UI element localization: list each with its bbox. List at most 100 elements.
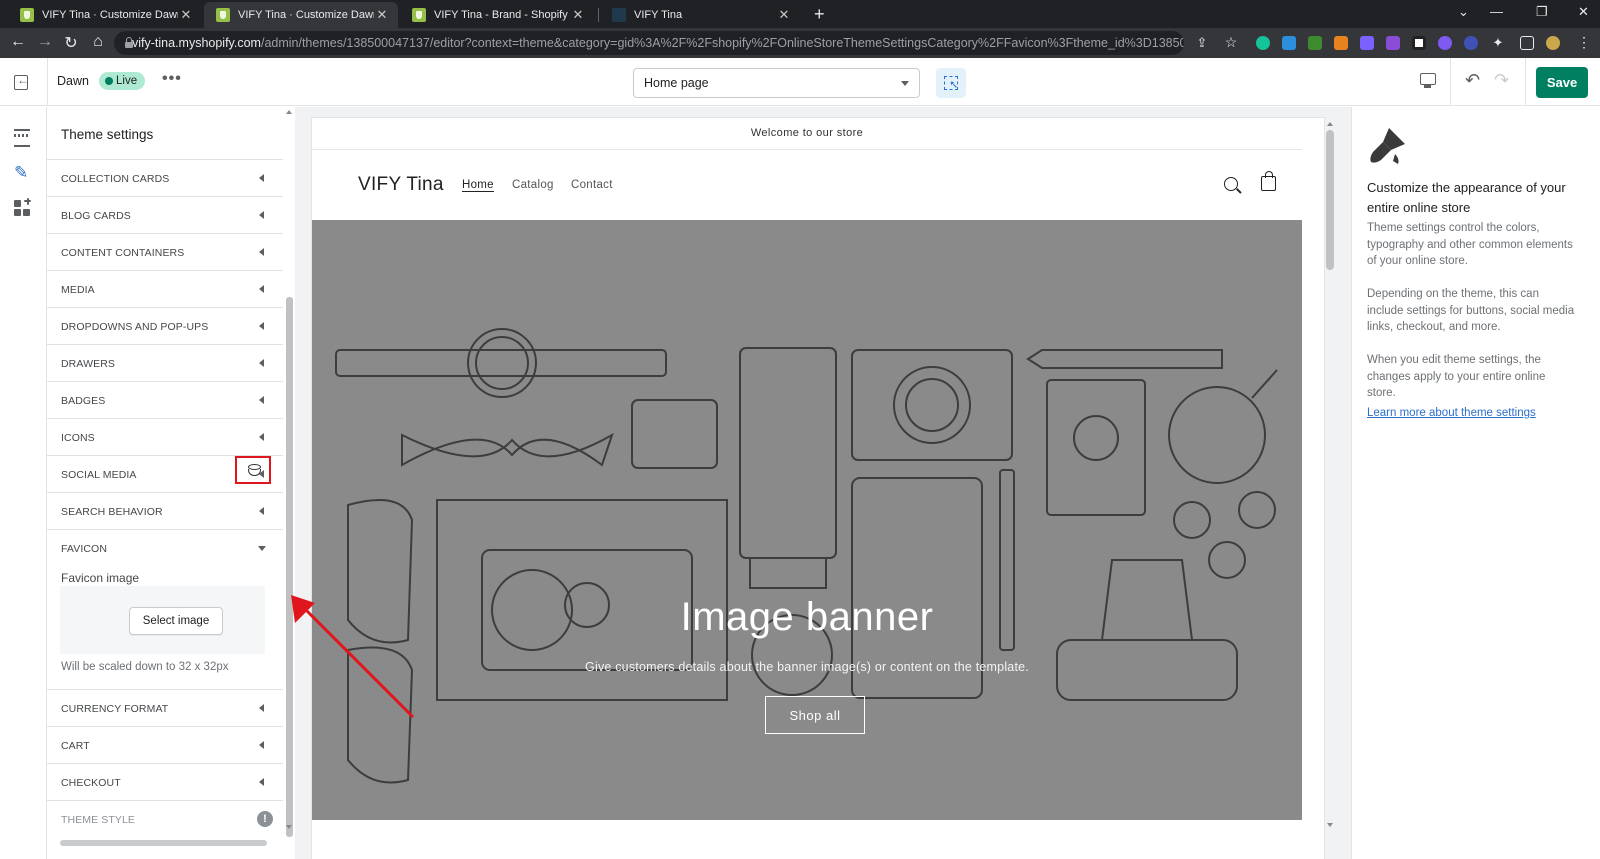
- scroll-up-icon[interactable]: [1327, 122, 1333, 126]
- settings-section-theme-style[interactable]: THEME STYLE !: [47, 800, 283, 837]
- save-button[interactable]: Save: [1536, 67, 1588, 98]
- settings-section-search-behavior[interactable]: SEARCH BEHAVIOR: [47, 492, 283, 529]
- settings-section-blog-cards[interactable]: BLOG CARDS: [47, 196, 283, 233]
- tab-separator: [598, 8, 599, 22]
- chevron-down-icon: [901, 81, 909, 86]
- profile-avatar[interactable]: [1546, 36, 1560, 50]
- extensions-puzzle-icon[interactable]: ✦: [1488, 35, 1508, 51]
- browser-tab-active[interactable]: VIFY Tina · Customize Dawn · Sho ✕: [204, 2, 398, 28]
- panel-title: Theme settings: [61, 127, 154, 142]
- new-tab-button[interactable]: +: [814, 4, 825, 25]
- settings-section-content-containers[interactable]: CONTENT CONTAINERS: [47, 233, 283, 270]
- close-window-icon[interactable]: ✕: [1578, 4, 1589, 20]
- close-tab-icon[interactable]: ✕: [776, 7, 792, 23]
- nav-link-contact[interactable]: Contact: [571, 179, 613, 191]
- nav-link-home[interactable]: Home: [462, 179, 494, 191]
- browser-tab[interactable]: VIFY Tina ✕: [600, 2, 800, 28]
- section-label: DROPDOWNS AND POP-UPS: [61, 321, 209, 333]
- settings-section-checkout[interactable]: CHECKOUT: [47, 763, 283, 800]
- settings-section-collection-cards[interactable]: COLLECTION CARDS: [47, 159, 283, 196]
- info-paragraph: When you edit theme settings, the change…: [1367, 354, 1546, 399]
- metamask-extension-icon[interactable]: [1334, 36, 1348, 50]
- settings-section-badges[interactable]: BADGES: [47, 381, 283, 418]
- chevron-left-icon: [259, 704, 264, 712]
- bookmark-star-icon[interactable]: ☆: [1221, 34, 1241, 51]
- panel-scrollbar[interactable]: [283, 107, 295, 859]
- redo-icon[interactable]: ↷: [1494, 70, 1509, 91]
- theme-settings-brush-icon[interactable]: ✎: [14, 164, 32, 182]
- undo-icon[interactable]: ↶: [1465, 70, 1480, 91]
- database-icon: [248, 464, 261, 476]
- preview-scrollbar[interactable]: [1324, 118, 1336, 859]
- scroll-up-icon[interactable]: [286, 110, 292, 114]
- extension-icon[interactable]: [1412, 36, 1426, 50]
- browser-tab[interactable]: VIFY Tina - Brand - Shopify ✕: [400, 2, 594, 28]
- dynamic-source-button[interactable]: [235, 456, 271, 484]
- store-logo[interactable]: VIFY Tina: [358, 174, 444, 196]
- learn-more-link[interactable]: Learn more about theme settings: [1367, 407, 1536, 419]
- restore-icon[interactable]: ❐: [1536, 4, 1548, 20]
- scroll-down-icon[interactable]: [286, 825, 292, 829]
- grammarly-extension-icon[interactable]: [1256, 36, 1270, 50]
- extension-icon[interactable]: [1464, 36, 1478, 50]
- reload-icon[interactable]: ↻: [61, 33, 81, 53]
- settings-section-cart[interactable]: CART: [47, 726, 283, 763]
- close-tab-icon[interactable]: ✕: [374, 7, 390, 23]
- forward-icon[interactable]: →: [35, 33, 55, 51]
- settings-section-favicon[interactable]: FAVICON: [47, 529, 283, 566]
- settings-section-drawers[interactable]: DRAWERS: [47, 344, 283, 381]
- back-icon[interactable]: ←: [8, 33, 28, 51]
- shop-all-button[interactable]: Shop all: [765, 696, 865, 734]
- section-label: ICONS: [61, 432, 95, 444]
- extension-icon[interactable]: [1438, 36, 1452, 50]
- favicon-image-label: Favicon image: [61, 571, 140, 585]
- storefront-preview[interactable]: Welcome to our store VIFY Tina Home Cata…: [312, 118, 1324, 859]
- close-tab-icon[interactable]: ✕: [570, 7, 586, 23]
- browser-toolbar: ← → ↻ ⌂ vify-tina.myshopify.com /admin/t…: [0, 28, 1600, 58]
- settings-section-media[interactable]: MEDIA: [47, 270, 283, 307]
- settings-section-icons[interactable]: ICONS: [47, 418, 283, 455]
- address-bar[interactable]: vify-tina.myshopify.com /admin/themes/13…: [114, 31, 1184, 55]
- cart-icon[interactable]: [1261, 171, 1276, 191]
- nav-link-catalog[interactable]: Catalog: [512, 179, 554, 191]
- chevron-left-icon: [259, 211, 264, 219]
- settings-section-currency-format[interactable]: CURRENCY FORMAT: [47, 689, 283, 726]
- inspector-toggle-icon[interactable]: [936, 68, 966, 98]
- extension-icon[interactable]: [1386, 36, 1400, 50]
- section-label: COLLECTION CARDS: [61, 173, 170, 185]
- image-banner[interactable]: Image banner Give customers details abou…: [312, 220, 1302, 820]
- scrollbar-thumb[interactable]: [286, 297, 293, 837]
- info-title: Customize the appearance of your entire …: [1367, 180, 1566, 215]
- divider: [47, 58, 48, 106]
- tab-search-icon[interactable]: ⌄: [1458, 4, 1469, 20]
- extension-icon[interactable]: [1282, 36, 1296, 50]
- scroll-down-icon[interactable]: [1327, 823, 1333, 827]
- favicon-image-picker[interactable]: Select image: [60, 586, 265, 654]
- chevron-left-icon: [259, 174, 264, 182]
- horizontal-scrollbar[interactable]: [60, 840, 267, 846]
- close-tab-icon[interactable]: ✕: [178, 7, 194, 23]
- tab-title: VIFY Tina · Customize Dawn · Sho: [42, 9, 178, 21]
- theme-name: Dawn: [57, 74, 89, 88]
- side-panel-icon[interactable]: [1520, 36, 1534, 50]
- exit-editor-icon[interactable]: [12, 72, 32, 92]
- more-actions-icon[interactable]: •••: [162, 70, 182, 88]
- home-icon[interactable]: ⌂: [88, 33, 108, 51]
- minimize-icon[interactable]: —: [1490, 4, 1503, 19]
- extension-icon[interactable]: [1360, 36, 1374, 50]
- select-image-button[interactable]: Select image: [129, 607, 223, 635]
- scrollbar-thumb[interactable]: [1326, 130, 1334, 270]
- settings-section-dropdowns[interactable]: DROPDOWNS AND POP-UPS: [47, 307, 283, 344]
- chevron-left-icon: [259, 741, 264, 749]
- desktop-view-icon[interactable]: [1420, 73, 1436, 88]
- browser-menu-icon[interactable]: ⋮: [1574, 34, 1594, 51]
- page-select-dropdown[interactable]: Home page: [633, 68, 920, 98]
- sections-icon[interactable]: [14, 127, 32, 147]
- search-icon[interactable]: [1224, 177, 1238, 191]
- extension-icon[interactable]: [1308, 36, 1322, 50]
- share-icon[interactable]: ⇪: [1192, 35, 1212, 51]
- tab-title: VIFY Tina: [634, 9, 683, 21]
- browser-tab[interactable]: VIFY Tina · Customize Dawn · Sho ✕: [8, 2, 202, 28]
- app-embeds-icon[interactable]: [14, 197, 32, 218]
- chevron-left-icon: [259, 285, 264, 293]
